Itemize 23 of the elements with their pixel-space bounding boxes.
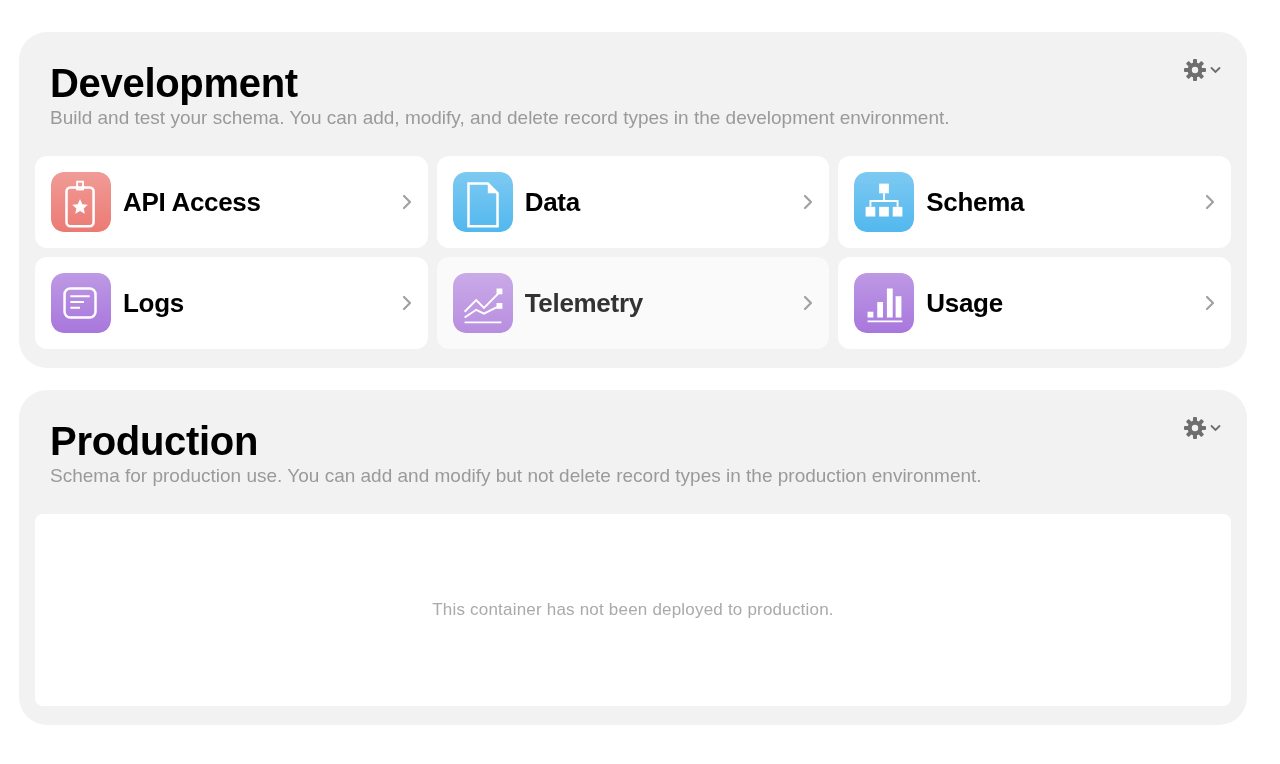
chevron-down-icon [1210,424,1221,432]
chevron-right-icon [1205,194,1215,210]
empty-message: This container has not been deployed to production. [432,600,834,620]
section-description: Schema for production use. You can add and modify but not delete record types in the production environment. [50,464,983,488]
settings-menu-button[interactable] [1183,416,1221,440]
chevron-right-icon [401,295,412,311]
chevron-down-icon [1210,66,1221,74]
chevron-right-icon [401,194,412,210]
navigation-tile[interactable]: Schema [838,156,1231,248]
chevron-right-icon [1205,295,1215,311]
navigation-tile[interactable]: Usage [838,257,1231,349]
navigation-tile[interactable]: Telemetry [436,257,830,349]
chevron-right-icon [803,295,814,311]
navigation-tile[interactable]: API Access [35,156,428,248]
settings-menu-button[interactable] [1183,58,1221,82]
gear-icon [1183,58,1207,82]
navigation-tile[interactable]: Logs [35,257,428,349]
gear-icon [1183,416,1207,440]
chevron-right-icon [803,194,814,210]
navigation-tile[interactable]: Data [436,156,830,248]
section-title: Production [50,418,259,464]
section-description: Build and test your schema. You can add, modify, and delete record types in the development environment. [50,106,951,130]
section-title: Development [50,60,298,106]
